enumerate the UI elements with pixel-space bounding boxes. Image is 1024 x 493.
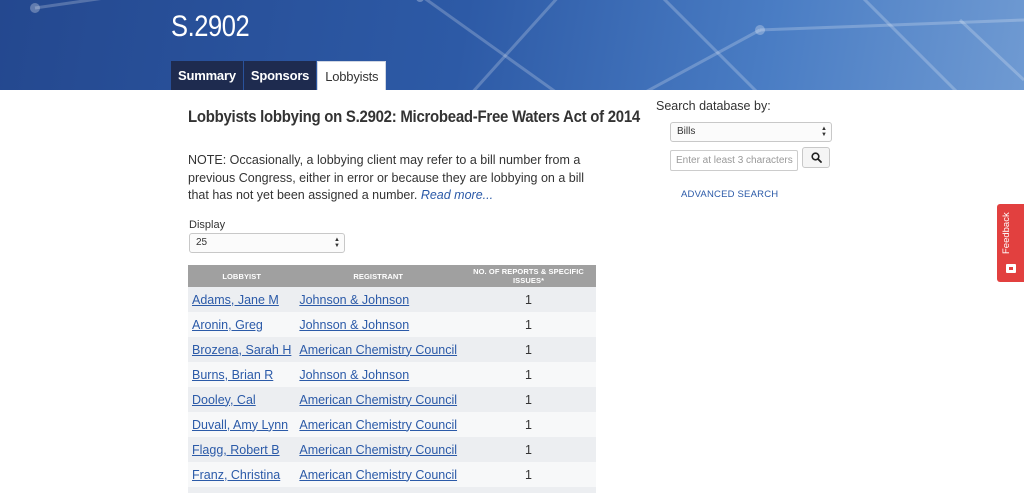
table-header-row: LOBBYIST REGISTRANT NO. OF REPORTS & SPE… — [188, 265, 596, 287]
lobbyist-link[interactable]: Aronin, Greg — [192, 318, 263, 332]
report-count: 1 — [461, 387, 596, 412]
tab-lobbyists[interactable]: Lobbyists — [317, 61, 387, 90]
registrant-link[interactable]: Johnson & Johnson — [299, 318, 409, 332]
registrant-link[interactable]: Johnson & Johnson — [299, 293, 409, 307]
table-row: Burns, Brian R Johnson & Johnson 1 — [188, 362, 596, 387]
search-input[interactable] — [670, 150, 798, 171]
report-count: 1 — [461, 287, 596, 312]
report-count: 1 — [461, 462, 596, 487]
column-header-lobbyist[interactable]: LOBBYIST — [188, 265, 296, 287]
search-button[interactable] — [802, 147, 830, 168]
report-count: 1 — [461, 312, 596, 337]
column-header-registrant[interactable]: REGISTRANT — [295, 265, 462, 287]
lobbyist-link[interactable]: Franz, Christina — [192, 468, 280, 482]
report-count: 1 — [461, 437, 596, 462]
lobbyist-link[interactable]: Flagg, Robert B — [192, 443, 280, 457]
report-count: 1 — [461, 337, 596, 362]
table-row: Duvall, Amy Lynn American Chemistry Coun… — [188, 412, 596, 437]
display-label: Display — [189, 219, 226, 231]
table-row: Brozena, Sarah H American Chemistry Coun… — [188, 337, 596, 362]
lobbyists-table: LOBBYIST REGISTRANT NO. OF REPORTS & SPE… — [188, 265, 596, 493]
search-type-select[interactable]: Bills ▲ ▼ — [670, 122, 832, 142]
report-count: 1 — [461, 412, 596, 437]
feedback-label: Feedback — [1001, 212, 1012, 254]
table-row: Flagg, Robert B American Chemistry Counc… — [188, 437, 596, 462]
tab-sponsors[interactable]: Sponsors — [243, 61, 317, 90]
column-header-reports[interactable]: NO. OF REPORTS & SPECIFIC ISSUES* — [461, 265, 596, 287]
registrant-link[interactable]: American Chemistry Council — [299, 468, 457, 482]
lobbyist-link[interactable]: Burns, Brian R — [192, 368, 273, 382]
lobbyist-link[interactable]: Brozena, Sarah H — [192, 343, 291, 357]
table-row: Dooley, Cal American Chemistry Council 1 — [188, 387, 596, 412]
table-row: Franz, Christina American Chemistry Coun… — [188, 462, 596, 487]
search-database-label: Search database by: — [656, 99, 771, 113]
registrant-link[interactable]: American Chemistry Council — [299, 393, 457, 407]
lobbyist-link[interactable]: Adams, Jane M — [192, 293, 279, 307]
lobbyist-link[interactable]: Duvall, Amy Lynn — [192, 418, 288, 432]
search-icon — [810, 152, 822, 163]
chevron-updown-icon: ▲ ▼ — [334, 237, 340, 249]
header-banner: S.2902 Summary Sponsors Lobbyists — [0, 0, 1024, 90]
bill-title: S.2902 — [171, 10, 250, 43]
advanced-search-link[interactable]: ADVANCED SEARCH — [681, 189, 778, 200]
table-row: Adams, Jane M Johnson & Johnson 1 — [188, 287, 596, 312]
registrant-link[interactable]: Johnson & Johnson — [299, 368, 409, 382]
chat-icon — [1006, 264, 1016, 273]
table-row: Aronin, Greg Johnson & Johnson 1 — [188, 312, 596, 337]
registrant-link[interactable]: American Chemistry Council — [299, 343, 457, 357]
display-count-value: 25 — [196, 237, 208, 248]
page-title: Lobbyists lobbying on S.2902: Microbead-… — [188, 107, 640, 126]
registrant-link[interactable]: American Chemistry Council — [299, 443, 457, 457]
registrant-link[interactable]: American Chemistry Council — [299, 418, 457, 432]
chevron-updown-icon: ▲ ▼ — [821, 126, 827, 138]
table-row-partial — [188, 487, 596, 493]
lobbyist-link[interactable]: Dooley, Cal — [192, 393, 256, 407]
search-type-value: Bills — [677, 126, 696, 137]
tab-summary[interactable]: Summary — [171, 61, 243, 90]
feedback-tab[interactable]: Feedback — [997, 204, 1024, 282]
display-count-select[interactable]: 25 ▲ ▼ — [189, 233, 345, 253]
read-more-link[interactable]: Read more... — [421, 188, 493, 202]
note-paragraph: NOTE: Occasionally, a lobbying client ma… — [188, 152, 600, 205]
note-text: NOTE: Occasionally, a lobbying client ma… — [188, 153, 585, 202]
bill-tabs: Summary Sponsors Lobbyists — [171, 61, 387, 90]
report-count: 1 — [461, 362, 596, 387]
banner-network-decoration — [30, 0, 1024, 90]
